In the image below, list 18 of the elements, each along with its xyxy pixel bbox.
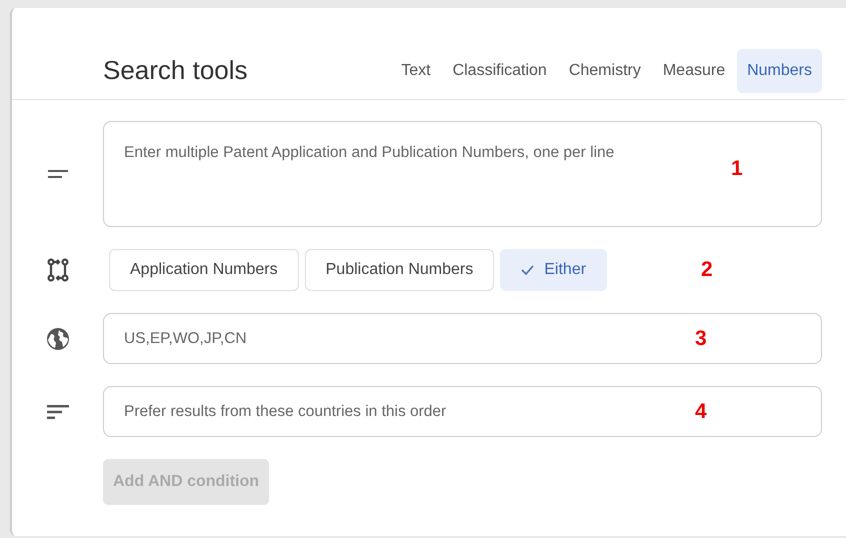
tab[interactable]: Text <box>391 48 441 92</box>
callout-number: 4 <box>695 400 707 424</box>
sort-icon <box>46 404 68 418</box>
check-icon <box>521 265 534 275</box>
filter-chip[interactable]: Application Numbers <box>109 249 299 291</box>
panel-title: Search tools <box>103 55 248 86</box>
callout-number: 1 <box>731 157 743 181</box>
tab[interactable]: Numbers <box>737 48 822 92</box>
filter-chip[interactable]: Publication Numbers <box>304 249 494 291</box>
filter-chip[interactable]: Either <box>500 249 608 291</box>
tab[interactable]: Chemistry <box>558 48 651 92</box>
tab[interactable]: Classification <box>442 48 557 92</box>
globe-icon <box>46 326 70 350</box>
callout-number: 3 <box>695 326 707 350</box>
swap-icon <box>46 258 68 282</box>
short-text-icon <box>48 170 68 178</box>
tab[interactable]: Measure <box>652 48 736 92</box>
callout-number: 2 <box>701 258 713 282</box>
